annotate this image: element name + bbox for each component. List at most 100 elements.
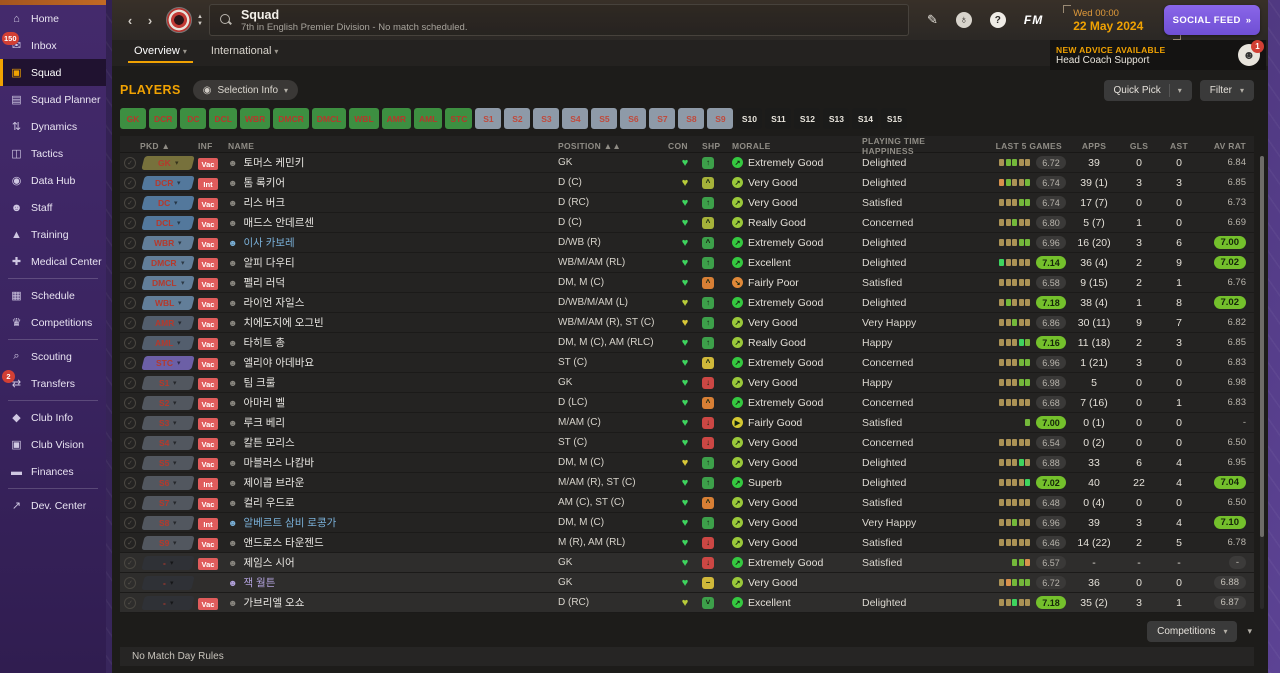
position-filter-s5[interactable]: S5 (591, 108, 618, 129)
col-inf[interactable]: INF (198, 141, 228, 151)
sidebar-item-club-info[interactable]: ◆ Club Info (0, 404, 106, 431)
table-row[interactable]: ✓ AMR ▾ Vac ☻ 치에도지에 오그빈 WB/M/AM (R), ST (C) ♥ ↑ ↗… (120, 313, 1254, 333)
position-filter-wbr[interactable]: WBR (239, 108, 271, 129)
sidebar-item-dynamics[interactable]: ⇅ Dynamics (0, 113, 106, 140)
player-name[interactable]: 리스 버크 (243, 195, 285, 210)
table-row[interactable]: ✓ S3 ▾ Vac ☻ 루크 베리 M/AM (C) ♥ ↓ ▶ Fairly Good Satis… (120, 413, 1254, 433)
position-badge[interactable]: GK ▾ (141, 155, 195, 170)
player-name[interactable]: 마블러스 나캄바 (243, 455, 314, 470)
player-name[interactable]: 칼튼 모리스 (243, 435, 294, 450)
sidebar-item-schedule[interactable]: ▦ Schedule (0, 282, 106, 309)
club-crest-icon[interactable] (166, 7, 192, 33)
position-badge[interactable]: DCR ▾ (141, 175, 195, 190)
tab-international[interactable]: International ▾ (199, 40, 291, 63)
position-badge[interactable]: S1 ▾ (141, 375, 195, 390)
table-row[interactable]: ✓ DC ▾ Vac ☻ 리스 버크 D (RC) ♥ ↑ ↗ Very Good Satisfied… (120, 193, 1254, 213)
inf-tag[interactable]: Vac (198, 258, 218, 270)
inf-tag[interactable]: Vac (198, 398, 218, 410)
position-filter-wbl[interactable]: WBL (349, 108, 379, 129)
player-name[interactable]: 제임스 시어 (243, 555, 294, 570)
col-happiness[interactable]: PLAYING TIME HAPPINESS (862, 136, 972, 156)
title-search-bar[interactable]: Squad 7th in English Premier Division - … (208, 4, 909, 36)
edit-pencil-icon[interactable]: ✎ (927, 12, 938, 28)
position-filter-dc[interactable]: DC (180, 108, 207, 129)
position-filter-s7[interactable]: S7 (649, 108, 676, 129)
col-last5[interactable]: LAST 5 GAMES (972, 141, 1070, 151)
player-name[interactable]: 토머스 케민키 (243, 155, 304, 170)
position-badge[interactable]: - ▾ (141, 575, 195, 590)
position-filter-s2[interactable]: S2 (504, 108, 531, 129)
position-filter-dmcr[interactable]: DMCR (273, 108, 309, 129)
position-filter-s8[interactable]: S8 (678, 108, 705, 129)
sidebar-item-competitions[interactable]: ♛ Competitions (0, 309, 106, 336)
position-filter-stc[interactable]: STC (445, 108, 473, 129)
position-filter-s3[interactable]: S3 (533, 108, 560, 129)
world-icon[interactable]: ♁ (955, 12, 972, 28)
player-name[interactable]: 매드스 안데르센 (243, 215, 314, 230)
row-checkmark[interactable]: ✓ (124, 476, 136, 489)
row-checkmark[interactable]: ✓ (124, 216, 136, 229)
position-filter-s12[interactable]: S12 (794, 108, 821, 129)
row-checkmark[interactable]: ✓ (124, 316, 136, 329)
player-name[interactable]: 팀 크룰 (243, 375, 275, 390)
player-name[interactable]: 펠리 러덕 (243, 275, 285, 290)
row-checkmark[interactable]: ✓ (124, 576, 136, 589)
position-filter-amr[interactable]: AMR (381, 108, 411, 129)
row-checkmark[interactable]: ✓ (124, 196, 136, 209)
position-filter-s6[interactable]: S6 (620, 108, 647, 129)
row-checkmark[interactable]: ✓ (124, 336, 136, 349)
player-name[interactable]: 톰 록키어 (243, 175, 285, 190)
inf-tag[interactable]: Vac (198, 538, 218, 550)
inf-tag[interactable]: Vac (198, 298, 218, 310)
row-checkmark[interactable]: ✓ (124, 276, 136, 289)
position-badge[interactable]: S6 ▾ (141, 475, 195, 490)
selection-info-dropdown[interactable]: ◉ Selection Info ▾ (192, 80, 299, 100)
sidebar-item-tactics[interactable]: ◫ Tactics (0, 140, 106, 167)
sidebar-item-training[interactable]: ▲ Training (0, 221, 106, 248)
table-row[interactable]: ✓ DCL ▾ Vac ☻ 매드스 안데르센 D (C) ♥ ^ ↗ Really Good Conc… (120, 213, 1254, 233)
position-filter-dcl[interactable]: DCL (209, 108, 237, 129)
player-name[interactable]: 아마리 벨 (243, 395, 285, 410)
row-checkmark[interactable]: ✓ (124, 496, 136, 509)
sidebar-item-medical-center[interactable]: ✚ Medical Center (0, 248, 106, 275)
inf-tag[interactable]: Vac (198, 238, 218, 250)
player-name[interactable]: 타히트 총 (243, 335, 285, 350)
competitions-dropdown[interactable]: Competitions ▾ (1147, 621, 1238, 642)
row-checkmark[interactable]: ✓ (124, 356, 136, 369)
scrollbar-thumb[interactable] (1260, 156, 1264, 537)
table-row[interactable]: ✓ S4 ▾ Vac ☻ 칼튼 모리스 ST (C) ♥ ↓ ↗ Very Good Concerne… (120, 433, 1254, 453)
position-filter-s4[interactable]: S4 (562, 108, 589, 129)
inf-tag[interactable]: Int (198, 178, 218, 190)
position-filter-dmcl[interactable]: DMCL (311, 108, 347, 129)
sidebar-item-home[interactable]: ⌂ Home (0, 5, 106, 32)
col-gls[interactable]: GLS (1118, 141, 1160, 151)
row-checkmark[interactable]: ✓ (124, 376, 136, 389)
col-ast[interactable]: AST (1160, 141, 1198, 151)
col-pkd[interactable]: PKD ▲ (140, 141, 198, 151)
sidebar-item-finances[interactable]: ▬ Finances (0, 458, 106, 485)
col-con[interactable]: CON (668, 141, 702, 151)
club-spinner[interactable]: ▲ ▼ (197, 14, 203, 27)
sidebar-item-data-hub[interactable]: ◉ Data Hub (0, 167, 106, 194)
position-badge[interactable]: DCL ▾ (141, 215, 195, 230)
position-filter-s15[interactable]: S15 (881, 108, 908, 129)
filter-button[interactable]: Filter ▾ (1199, 79, 1254, 101)
inf-tag[interactable]: Vac (198, 438, 218, 450)
table-row[interactable]: ✓ - ▾ Vac ☻ 제임스 시어 GK ♥ ↓ ↗ Extremely Good Satisfie… (120, 553, 1254, 573)
col-position[interactable]: POSITION ▲▲ (558, 141, 668, 151)
inf-tag[interactable]: Int (198, 518, 218, 530)
position-badge[interactable]: S7 ▾ (141, 495, 195, 510)
position-badge[interactable]: STC ▾ (141, 355, 195, 370)
help-icon[interactable]: ? (989, 12, 1006, 28)
col-shp[interactable]: SHP (702, 141, 732, 151)
table-row[interactable]: ✓ DMCL ▾ Vac ☻ 펠리 러덕 DM, M (C) ♥ ^ ↘ Fairly Poor Sa… (120, 273, 1254, 293)
inf-tag[interactable]: Vac (198, 318, 218, 330)
table-row[interactable]: ✓ S2 ▾ Vac ☻ 아마리 벨D (LC) ♥ ^ ↗ Extremely Good Conc… (120, 393, 1254, 413)
forward-arrow-button[interactable]: › (140, 13, 160, 28)
position-badge[interactable]: - ▾ (141, 595, 195, 610)
table-row[interactable]: ✓ S6 ▾ Int ☻ 제이콥 브라운 M/AM (R), ST (C) ♥ ↑ ↗ Superb… (120, 473, 1254, 493)
advice-notification[interactable]: NEW ADVICE AVAILABLE Head Coach Support … (1050, 40, 1266, 70)
row-checkmark[interactable]: ✓ (124, 436, 136, 449)
position-filter-s1[interactable]: S1 (475, 108, 502, 129)
position-badge[interactable]: S3 ▾ (141, 415, 195, 430)
